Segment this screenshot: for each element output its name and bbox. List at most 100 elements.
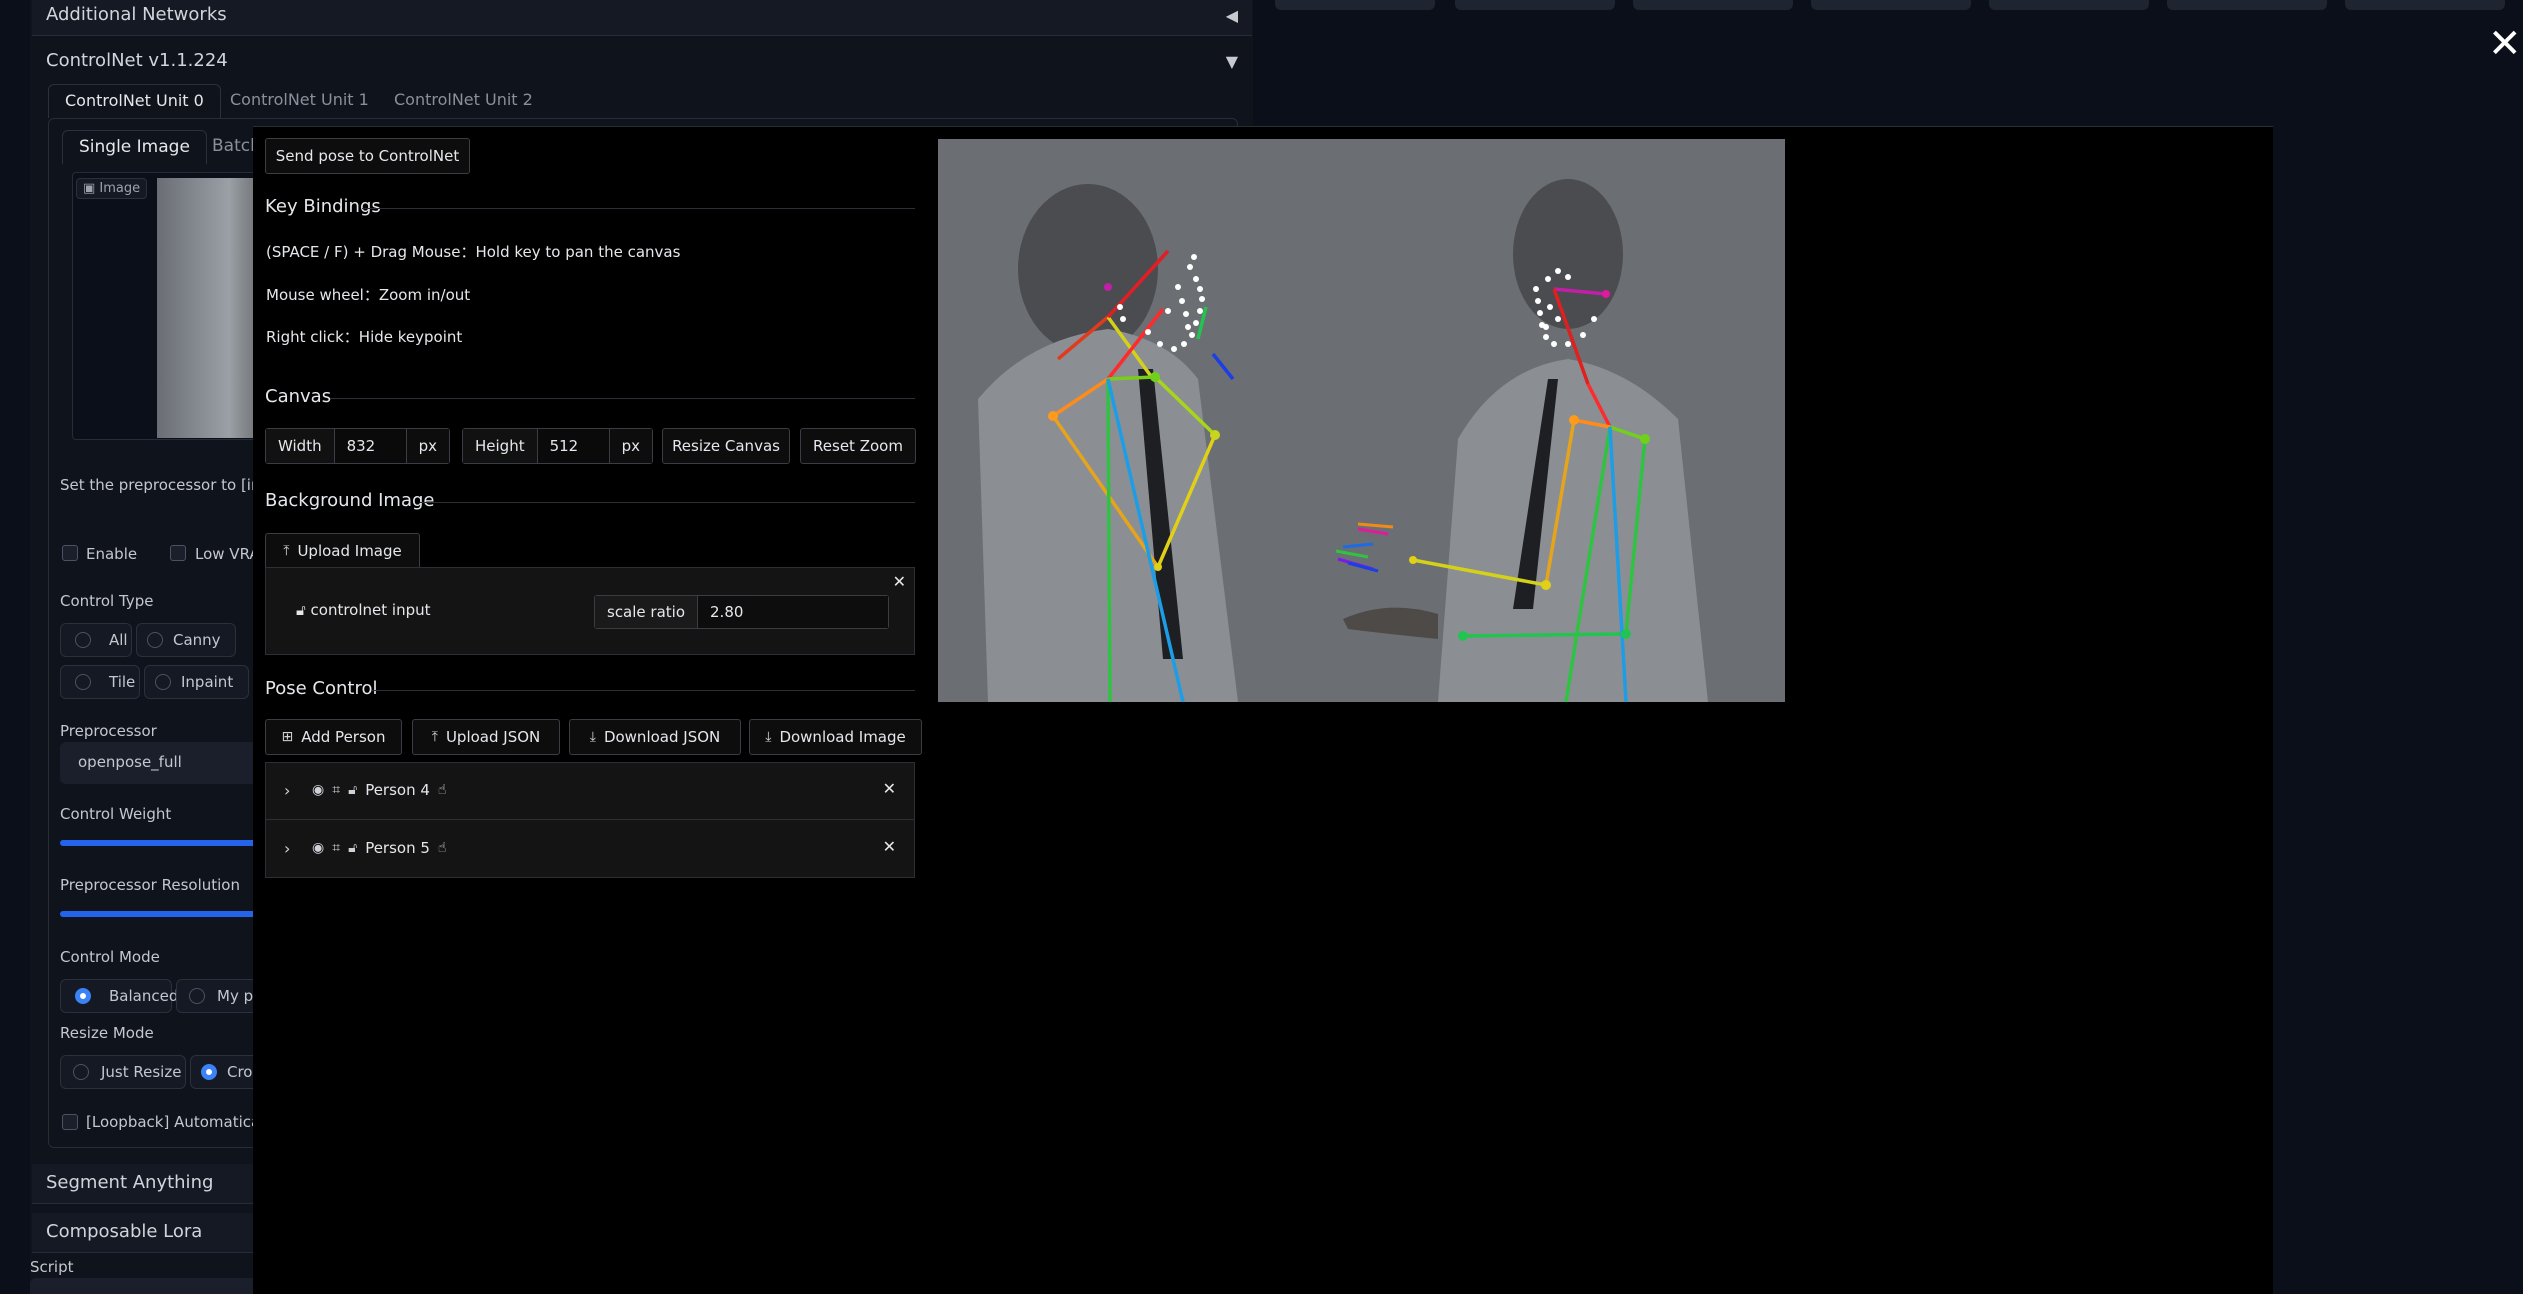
keypoint[interactable] bbox=[1048, 411, 1058, 421]
face-keypoint[interactable] bbox=[1185, 324, 1191, 330]
tab-single-image[interactable]: Single Image bbox=[62, 130, 207, 164]
control-type-all[interactable]: All bbox=[60, 623, 132, 657]
person-row[interactable]: › ◉ ⌗ 🔓︎ Person 4 ☝ ✕ bbox=[266, 763, 914, 820]
face-keypoint[interactable] bbox=[1535, 298, 1541, 304]
face-keypoint[interactable] bbox=[1543, 324, 1549, 330]
face-keypoint[interactable] bbox=[1189, 332, 1195, 338]
accordion-controlnet[interactable]: ControlNet v1.1.224 ▼ bbox=[32, 46, 1252, 82]
upload-json-button[interactable]: ⤒ Upload JSON bbox=[412, 719, 560, 755]
face-keypoint[interactable] bbox=[1181, 341, 1187, 347]
face-keypoint[interactable] bbox=[1179, 298, 1185, 304]
enable-checkbox[interactable] bbox=[62, 545, 78, 561]
face-keypoint[interactable] bbox=[1197, 286, 1203, 292]
top-button[interactable] bbox=[1811, 0, 1971, 10]
top-button[interactable] bbox=[1633, 0, 1793, 10]
low-vram-checkbox[interactable] bbox=[170, 545, 186, 561]
focus-icon[interactable]: ⌗ bbox=[332, 840, 340, 856]
close-modal-icon[interactable]: ✕ bbox=[2488, 24, 2522, 64]
face-keypoint[interactable] bbox=[1555, 316, 1561, 322]
add-person-button[interactable]: ⊞ Add Person bbox=[265, 719, 402, 755]
face-keypoint[interactable] bbox=[1193, 276, 1199, 282]
control-type-canny[interactable]: Canny bbox=[136, 623, 236, 657]
pose-canvas[interactable] bbox=[938, 139, 1785, 702]
face-keypoint[interactable] bbox=[1175, 284, 1181, 290]
width-input[interactable]: 832 bbox=[333, 429, 407, 463]
face-keypoint[interactable] bbox=[1145, 329, 1151, 335]
collapse-triangle-icon[interactable]: ◀ bbox=[1226, 6, 1238, 25]
accordion-additional-networks[interactable]: Additional Networks ◀ bbox=[32, 0, 1252, 36]
face-keypoint[interactable] bbox=[1580, 332, 1586, 338]
face-keypoint[interactable] bbox=[1165, 308, 1171, 314]
keypoint[interactable] bbox=[1621, 629, 1631, 639]
lock-icon[interactable]: 🔓︎ bbox=[296, 601, 306, 619]
resize-mode-just-resize[interactable]: Just Resize bbox=[60, 1055, 186, 1089]
reset-zoom-button[interactable]: Reset Zoom bbox=[800, 428, 916, 464]
eye-icon[interactable]: ◉ bbox=[312, 840, 324, 856]
keypoint[interactable] bbox=[1154, 563, 1162, 571]
preprocessor-select[interactable]: openpose_full bbox=[60, 742, 260, 784]
eye-icon[interactable]: ◉ bbox=[312, 782, 324, 798]
keypoint[interactable] bbox=[1409, 556, 1417, 564]
face-keypoint[interactable] bbox=[1183, 311, 1189, 317]
face-keypoint[interactable] bbox=[1565, 274, 1571, 280]
chevron-right-icon[interactable]: › bbox=[284, 781, 290, 800]
resize-mode-crop[interactable]: Crop bbox=[190, 1055, 262, 1089]
face-keypoint[interactable] bbox=[1157, 341, 1163, 347]
control-weight-slider[interactable] bbox=[60, 840, 260, 846]
keypoint[interactable] bbox=[1569, 415, 1579, 425]
download-image-button[interactable]: ⤓ Download Image bbox=[749, 719, 922, 755]
face-keypoint[interactable] bbox=[1193, 320, 1199, 326]
resize-canvas-button[interactable]: Resize Canvas bbox=[662, 428, 790, 464]
top-button[interactable] bbox=[1989, 0, 2149, 10]
face-keypoint[interactable] bbox=[1120, 316, 1126, 322]
upload-image-button[interactable]: ⤒ Upload Image bbox=[265, 533, 420, 569]
person-row[interactable]: › ◉ ⌗ 🔓︎ Person 5 ☝ ✕ bbox=[266, 821, 914, 878]
control-type-inpaint[interactable]: Inpaint bbox=[144, 665, 249, 699]
face-keypoint[interactable] bbox=[1551, 341, 1557, 347]
hand-icon[interactable]: ☝ bbox=[438, 782, 447, 798]
face-keypoint[interactable] bbox=[1187, 264, 1193, 270]
face-keypoint[interactable] bbox=[1533, 286, 1539, 292]
chevron-right-icon[interactable]: › bbox=[284, 839, 290, 858]
download-json-button[interactable]: ⤓ Download JSON bbox=[569, 719, 741, 755]
control-mode-balanced[interactable]: Balanced bbox=[60, 979, 178, 1013]
loopback-checkbox[interactable] bbox=[62, 1114, 78, 1130]
top-button[interactable] bbox=[1455, 0, 1615, 10]
face-keypoint[interactable] bbox=[1543, 334, 1549, 340]
face-keypoint[interactable] bbox=[1191, 254, 1197, 260]
top-button[interactable] bbox=[1275, 0, 1435, 10]
face-keypoint[interactable] bbox=[1197, 308, 1203, 314]
control-mode-my-prompt[interactable]: My pr bbox=[176, 979, 260, 1013]
scale-ratio-input[interactable]: 2.80 bbox=[698, 596, 888, 628]
top-button[interactable] bbox=[2345, 0, 2505, 10]
remove-background-icon[interactable]: ✕ bbox=[893, 572, 906, 591]
remove-person-icon[interactable]: ✕ bbox=[883, 779, 896, 798]
tab-unit-0[interactable]: ControlNet Unit 0 bbox=[48, 84, 221, 118]
face-keypoint[interactable] bbox=[1199, 296, 1205, 302]
keypoint[interactable] bbox=[1104, 283, 1112, 291]
expand-triangle-icon[interactable]: ▼ bbox=[1226, 52, 1238, 71]
preprocessor-resolution-slider[interactable] bbox=[60, 911, 260, 917]
keypoint[interactable] bbox=[1210, 430, 1220, 440]
face-keypoint[interactable] bbox=[1537, 310, 1543, 316]
hand-icon[interactable]: ☝ bbox=[438, 840, 447, 856]
face-keypoint[interactable] bbox=[1171, 346, 1177, 352]
send-pose-button[interactable]: Send pose to ControlNet bbox=[265, 138, 470, 174]
focus-icon[interactable]: ⌗ bbox=[332, 782, 340, 798]
keypoint[interactable] bbox=[1541, 580, 1551, 590]
keypoint[interactable] bbox=[1640, 434, 1650, 444]
top-button[interactable] bbox=[2167, 0, 2327, 10]
keypoint[interactable] bbox=[1602, 290, 1610, 298]
keypoint[interactable] bbox=[1150, 372, 1160, 382]
face-keypoint[interactable] bbox=[1117, 304, 1123, 310]
face-keypoint[interactable] bbox=[1545, 276, 1551, 282]
lock-icon[interactable]: 🔓︎ bbox=[348, 840, 357, 856]
face-keypoint[interactable] bbox=[1555, 268, 1561, 274]
face-keypoint[interactable] bbox=[1565, 341, 1571, 347]
face-keypoint[interactable] bbox=[1547, 304, 1553, 310]
height-input[interactable]: 512 bbox=[536, 429, 610, 463]
control-type-tile[interactable]: Tile bbox=[60, 665, 140, 699]
pose-canvas-svg[interactable] bbox=[938, 139, 1785, 702]
remove-person-icon[interactable]: ✕ bbox=[883, 837, 896, 856]
keypoint[interactable] bbox=[1458, 631, 1468, 641]
